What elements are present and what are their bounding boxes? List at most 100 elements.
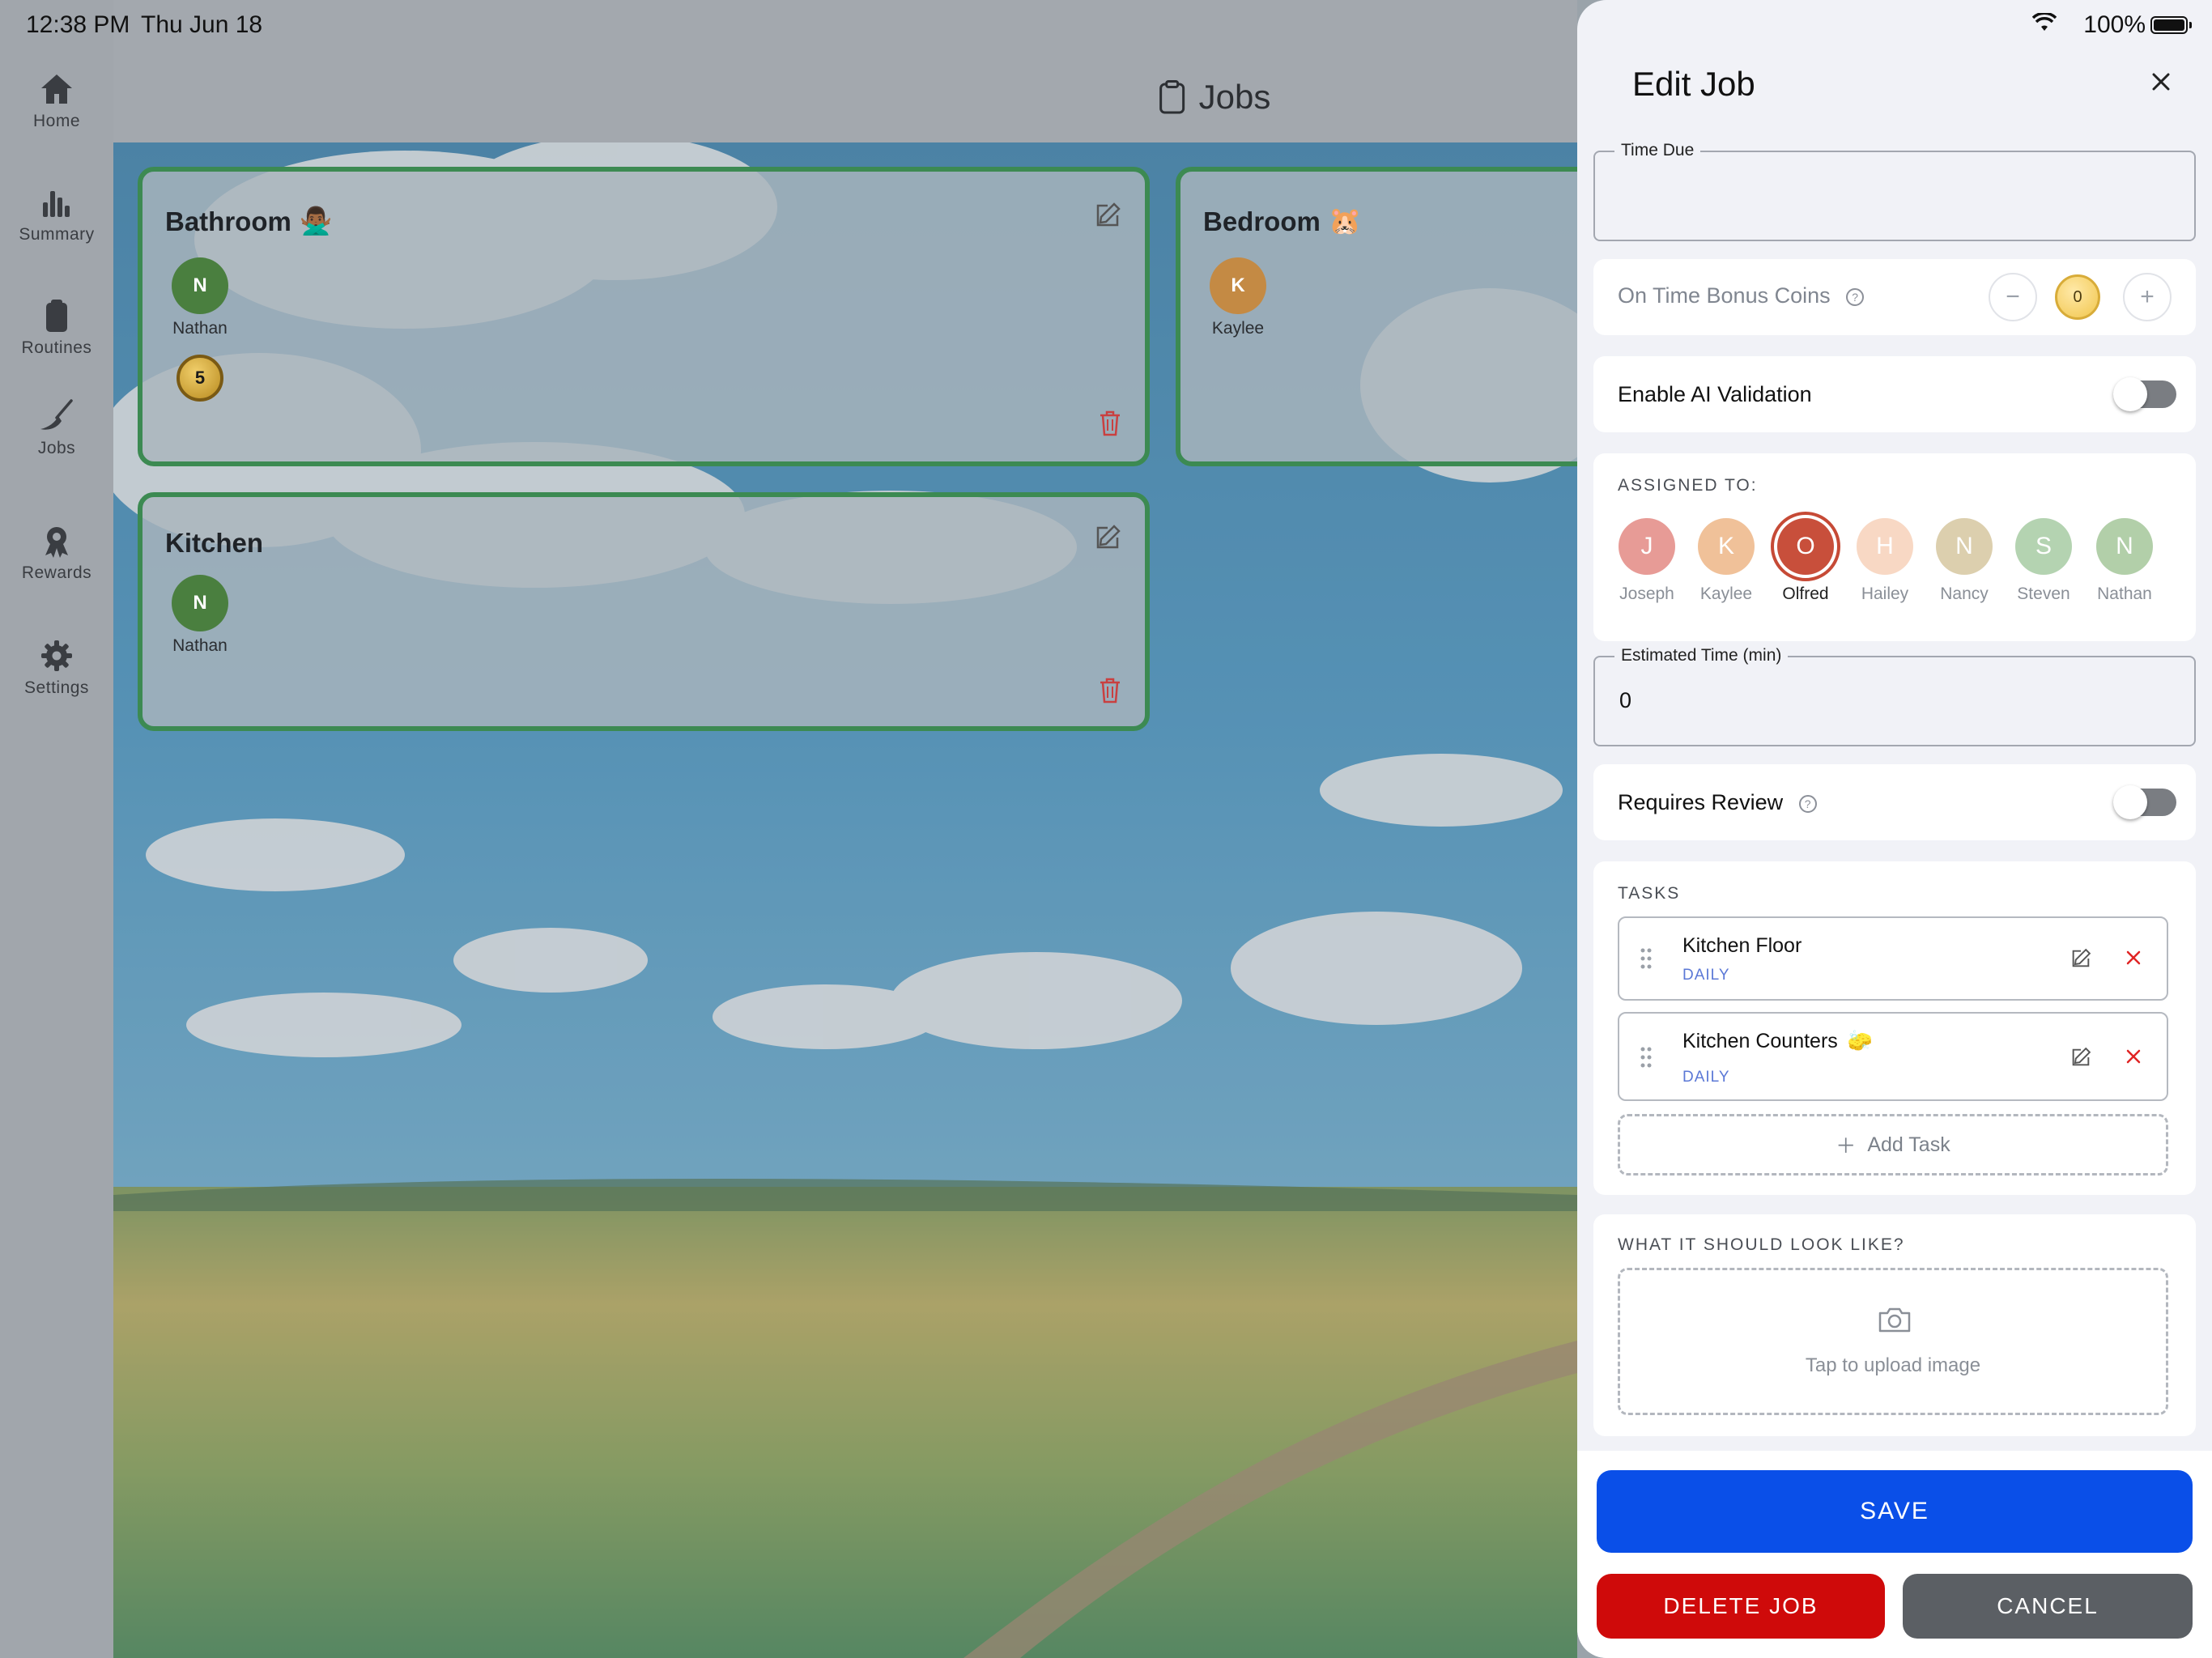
reference-image-panel: WHAT IT SHOULD LOOK LIKE? Tap to upload … [1593,1214,2196,1436]
reference-image-label: WHAT IT SHOULD LOOK LIKE? [1618,1235,1905,1254]
task-emoji: 🧽 [1847,1030,1873,1052]
broom-icon [40,399,73,430]
task-name: Kitchen Counters 🧽 [1682,1030,1873,1053]
increment-button[interactable]: + [2123,273,2172,321]
page-title-text: Jobs [1198,78,1271,116]
job-card-bathroom[interactable]: Bathroom 🙅🏾‍♂️ N Nathan 5 [138,167,1150,466]
time-due-field[interactable]: Time Due [1593,141,2196,241]
avatar-name: Nathan [172,319,228,338]
bar-chart-icon [43,191,70,217]
award-icon [45,527,68,558]
bonus-coins-value: 0 [2055,274,2100,320]
estimated-time-field[interactable]: Estimated Time (min) 0 [1593,646,2196,746]
bonus-coins-label-text: On Time Bonus Coins [1618,283,1831,308]
assignee-avatar: N [1936,518,1993,575]
assignee-name: Olfred [1782,585,1829,603]
edit-icon[interactable] [2069,1046,2092,1073]
assignee-name: Hailey [1861,585,1909,603]
task-item-kitchen-counters[interactable]: Kitchen Counters 🧽 DAILY [1618,1012,2168,1101]
tasks-panel: TASKS Kitchen Floor DAILY Kitchen Counte… [1593,861,2196,1195]
help-icon[interactable]: ? [1846,287,1865,306]
sidebar-item-summary[interactable]: Summary [0,185,113,244]
modal-footer: SAVE DELETE JOB CANCEL [1577,1451,2212,1658]
delete-job-button[interactable]: DELETE JOB [1597,1574,1885,1639]
sidebar: Home Summary Routines Jobs Rewards Setti… [0,0,113,1658]
app-root: 12:38 PM Thu Jun 18 100% Home Summary Ro… [0,0,2212,1658]
task-item-kitchen-floor[interactable]: Kitchen Floor DAILY [1618,916,2168,1001]
trash-icon[interactable] [1098,677,1122,708]
page-title: Jobs [1159,78,1271,117]
help-icon[interactable]: ? [1798,794,1817,813]
sidebar-item-settings[interactable]: Settings [0,638,113,698]
modal-title: Edit Job [1632,65,1755,103]
task-frequency: DAILY [1682,967,1730,984]
ai-validation-toggle[interactable] [2113,377,2176,411]
remove-icon[interactable] [2125,949,2142,971]
assignee-avatar: N [2096,518,2153,575]
sidebar-item-label: Summary [19,225,95,244]
assignee-nathan[interactable]: N Nathan [2092,518,2157,604]
job-title: Bathroom 🙅🏾‍♂️ [165,206,333,237]
avatar: N [172,575,228,631]
sidebar-item-label: Home [32,112,81,130]
time-due-label: Time Due [1614,141,1701,160]
requires-review-toggle[interactable] [2113,785,2176,819]
avatar-name: Kaylee [1211,319,1265,338]
assignee-steven[interactable]: S Steven [2011,518,2076,604]
battery-percent: 100% [2083,11,2146,38]
assignee-olfred[interactable]: O Olfred [1771,512,1840,604]
close-icon[interactable] [2150,71,2172,96]
status-time: 12:38 PM [26,11,130,38]
assignee-hailey[interactable]: H Hailey [1853,518,1917,604]
decrement-button[interactable]: − [1989,273,2037,321]
clipboard-icon [46,300,67,332]
estimated-time-value: 0 [1619,688,1632,712]
gear-icon [41,640,72,671]
assigned-to-label: ASSIGNED TO: [1618,476,1758,495]
sidebar-item-routines[interactable]: Routines [0,298,113,358]
wifi-icon [2031,11,2057,36]
trash-icon[interactable] [1098,410,1122,441]
job-title-text: Bathroom [165,206,291,236]
sidebar-item-home[interactable]: Home [0,71,113,131]
assignee-nancy[interactable]: N Nancy [1932,518,1997,604]
upload-hint: Tap to upload image [1805,1354,1981,1376]
task-name: Kitchen Floor [1682,934,1802,958]
assignee-name: Joseph [1619,585,1674,603]
assignee-avatar: H [1857,518,1913,575]
avatar: K [1210,257,1266,314]
assignee-name: Steven [2017,585,2070,603]
ai-validation-row: Enable AI Validation [1593,356,2196,432]
edit-icon[interactable] [1093,523,1122,556]
assignee-kaylee[interactable]: K Kaylee [1694,518,1759,604]
save-button[interactable]: SAVE [1597,1470,2193,1553]
job-title: Kitchen [165,528,263,559]
edit-icon[interactable] [2069,947,2092,974]
assignee-joseph[interactable]: J Joseph [1614,518,1679,604]
job-title: Bedroom 🐹 [1203,206,1362,237]
avatar: N [172,257,228,314]
add-task-label: Add Task [1867,1133,1950,1156]
edit-icon[interactable] [1093,201,1122,234]
task-name-text: Kitchen Floor [1682,934,1802,957]
job-title-text: Kitchen [165,528,264,558]
assigned-to-panel: ASSIGNED TO: J Joseph K Kaylee O Olfred … [1593,453,2196,641]
image-upload-area[interactable]: Tap to upload image [1618,1268,2168,1415]
status-date: Thu Jun 18 [141,11,263,38]
sidebar-item-jobs[interactable]: Jobs [0,398,113,458]
cancel-button[interactable]: CANCEL [1903,1574,2193,1639]
add-task-button[interactable]: ＋ Add Task [1618,1114,2168,1175]
remove-icon[interactable] [2125,1048,2142,1069]
sidebar-item-rewards[interactable]: Rewards [0,523,113,583]
estimated-time-label: Estimated Time (min) [1614,646,1789,665]
assignee-name: Nathan [2097,585,2152,603]
home-icon [41,74,72,104]
battery-icon [2150,16,2192,34]
drag-handle-icon[interactable] [1640,947,1652,974]
job-card-kitchen[interactable]: Kitchen N Nathan [138,492,1150,731]
drag-handle-icon[interactable] [1640,1046,1652,1073]
edit-job-modal: Edit Job Time Due On Time Bonus Coins ? … [1577,0,2212,1658]
clipboard-icon [1159,80,1185,114]
bonus-coins-label: On Time Bonus Coins ? [1618,283,1865,308]
job-title-text: Bedroom [1203,206,1321,236]
